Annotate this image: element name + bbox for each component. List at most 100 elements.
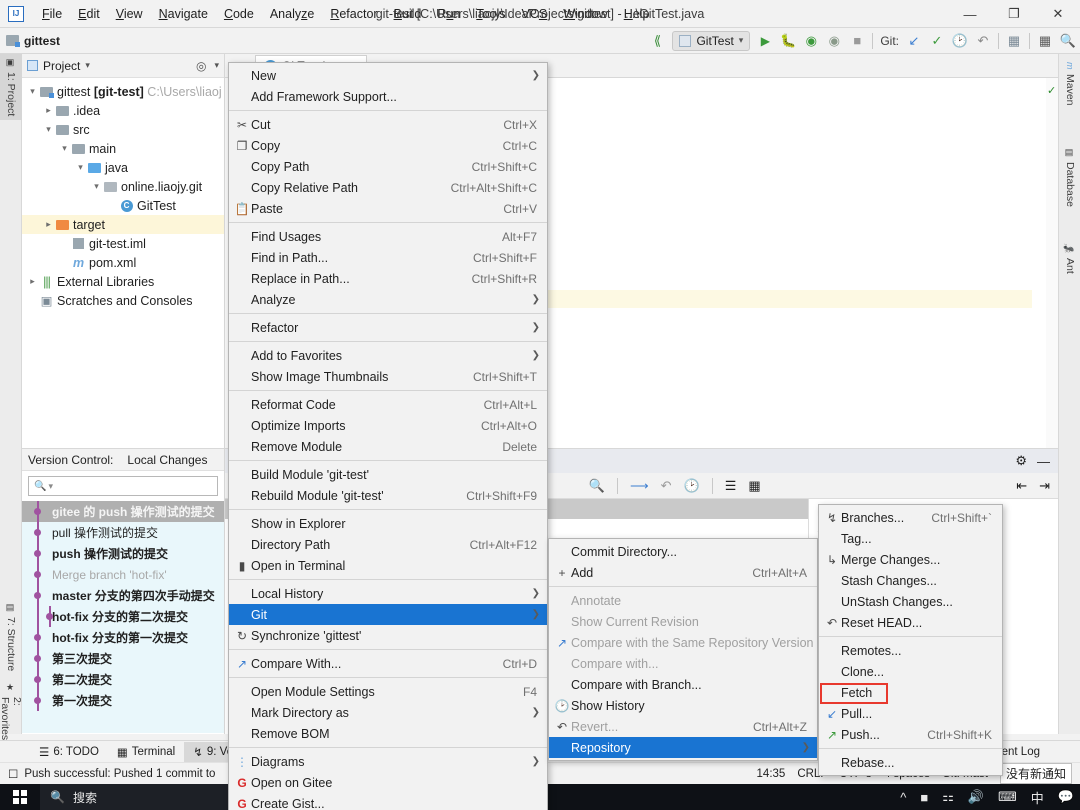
menu-item-reformat-code[interactable]: Reformat Code Ctrl+Alt+L bbox=[229, 394, 547, 415]
commit-row[interactable]: hot-fix 分支的第二次提交 bbox=[22, 606, 224, 627]
stop-icon[interactable]: ■ bbox=[849, 33, 865, 49]
sidebar-item-database[interactable]: ▤ Database bbox=[1059, 144, 1080, 211]
menu-item-paste[interactable]: 📋 Paste Ctrl+V bbox=[229, 198, 547, 219]
tree-node-src[interactable]: ▾ src bbox=[22, 120, 224, 139]
menu-item-diagrams[interactable]: ⋮ Diagrams ❯ bbox=[229, 751, 547, 772]
profile-icon[interactable]: ◉ bbox=[826, 33, 842, 49]
tab-local-changes[interactable]: Local Changes bbox=[127, 453, 207, 467]
commit-list[interactable]: gitee 的 push 操作测试的提交 pull 操作测试的提交 push 操作测… bbox=[22, 501, 224, 733]
tree-node-main[interactable]: ▾ main bbox=[22, 139, 224, 158]
tree-node-online-liaojy-git[interactable]: ▾ online.liaojy.git bbox=[22, 177, 224, 196]
tree-expand-arrow[interactable]: ▸ bbox=[42, 105, 55, 116]
menu-item-analyze[interactable]: Analyze ❯ bbox=[229, 289, 547, 310]
commit-row[interactable]: pull 操作测试的提交 bbox=[22, 522, 224, 543]
editor-scrollbar[interactable] bbox=[1046, 78, 1058, 448]
menu-navigate[interactable]: Navigate bbox=[151, 3, 216, 25]
run-with-coverage-icon[interactable]: ◉ bbox=[803, 33, 819, 49]
repository-submenu[interactable]: ↯ Branches... Ctrl+Shift+` Tag... ↳ Merge Cha… bbox=[818, 504, 1003, 776]
build-icon[interactable]: ⟪ bbox=[649, 33, 665, 49]
gear-icon[interactable]: ⚙ bbox=[1015, 453, 1027, 469]
menu-item-fetch[interactable]: Fetch bbox=[819, 682, 1002, 703]
menu-item-open-on-gitee[interactable]: G Open on Gitee bbox=[229, 772, 547, 793]
commit-row[interactable]: gitee 的 push 操作测试的提交 bbox=[22, 501, 224, 522]
menu-item-copy-relative-path[interactable]: Copy Relative Path Ctrl+Alt+Shift+C bbox=[229, 177, 547, 198]
menu-item-compare-with-branch[interactable]: Compare with Branch... bbox=[549, 674, 817, 695]
menu-item-build-module-git-test[interactable]: Build Module 'git-test' bbox=[229, 464, 547, 485]
menu-item-add-to-favorites[interactable]: Add to Favorites ❯ bbox=[229, 345, 547, 366]
tree-node-java[interactable]: ▾ java bbox=[22, 158, 224, 177]
ime-indicator[interactable]: 中 bbox=[1031, 788, 1044, 807]
locate-icon[interactable]: ◎ bbox=[196, 59, 206, 73]
commit-row[interactable]: push 操作测试的提交 bbox=[22, 543, 224, 564]
menu-item-commit-directory[interactable]: Commit Directory... bbox=[549, 541, 817, 562]
tree-expand-arrow[interactable]: ▾ bbox=[26, 86, 39, 97]
menu-item-show-in-explorer[interactable]: Show in Explorer bbox=[229, 513, 547, 534]
inspection-status-icon[interactable]: ✓ bbox=[1047, 84, 1057, 97]
expand-all-icon[interactable]: ⇤ bbox=[1016, 478, 1027, 494]
menu-item-optimize-imports[interactable]: Optimize Imports Ctrl+Alt+O bbox=[229, 415, 547, 436]
history-icon[interactable]: 🕑 bbox=[952, 33, 968, 49]
menu-code[interactable]: Code bbox=[216, 3, 262, 25]
minimize-button[interactable]: — bbox=[948, 0, 992, 28]
volume-icon[interactable]: 🔊 bbox=[968, 789, 984, 805]
menu-item-open-in-terminal[interactable]: ▮ Open in Terminal bbox=[229, 555, 547, 576]
maximize-button[interactable]: ❐ bbox=[992, 0, 1036, 28]
menu-item-find-in-path[interactable]: Find in Path... Ctrl+Shift+F bbox=[229, 247, 547, 268]
menu-help[interactable]: Help bbox=[616, 3, 658, 25]
tree-node-gittest[interactable]: ▾ gittest [git-test] C:\Users\liaoj bbox=[22, 82, 224, 101]
tree-expand-arrow[interactable]: ▸ bbox=[26, 276, 39, 287]
menu-item-push[interactable]: ↗ Push... Ctrl+Shift+K bbox=[819, 724, 1002, 745]
taskbar-search[interactable]: 🔍 搜索 bbox=[40, 784, 230, 810]
tree-expand-arrow[interactable]: ▾ bbox=[42, 124, 55, 135]
menu-item-mark-directory-as[interactable]: Mark Directory as ❯ bbox=[229, 702, 547, 723]
keyboard-icon[interactable]: ⌨ bbox=[998, 789, 1017, 805]
menu-item-reset-head[interactable]: ↶ Reset HEAD... bbox=[819, 612, 1002, 633]
menu-item-refactor[interactable]: Refactor ❯ bbox=[229, 317, 547, 338]
menu-item-replace-in-path[interactable]: Replace in Path... Ctrl+Shift+R bbox=[229, 268, 547, 289]
menu-item-unstash-changes[interactable]: UnStash Changes... bbox=[819, 591, 1002, 612]
menu-item-directory-path[interactable]: Directory Path Ctrl+Alt+F12 bbox=[229, 534, 547, 555]
menu-item-copy-path[interactable]: Copy Path Ctrl+Shift+C bbox=[229, 156, 547, 177]
menu-refactor[interactable]: Refactor bbox=[322, 3, 385, 25]
menu-item-repository[interactable]: Repository ❯ bbox=[549, 737, 817, 758]
menu-tools[interactable]: Tools bbox=[468, 3, 513, 25]
project-tree[interactable]: ▾ gittest [git-test] C:\Users\liaoj ▸ .idea… bbox=[22, 78, 224, 310]
menu-item-copy[interactable]: ❐ Copy Ctrl+C bbox=[229, 135, 547, 156]
menu-item-compare-with[interactable]: ↗ Compare With... Ctrl+D bbox=[229, 653, 547, 674]
tree-node-gittest[interactable]: C GitTest bbox=[22, 196, 224, 215]
commit-icon[interactable]: ✓ bbox=[929, 33, 945, 49]
revert-icon[interactable]: ↶ bbox=[661, 478, 672, 494]
start-button[interactable] bbox=[0, 784, 40, 810]
tree-node-pom-xml[interactable]: m pom.xml bbox=[22, 253, 224, 272]
menu-build[interactable]: Build bbox=[386, 3, 430, 25]
diff-icon[interactable]: ⟶ bbox=[630, 478, 649, 494]
tab-todo[interactable]: ☰ 6: TODO bbox=[30, 742, 108, 762]
menu-item-rebase[interactable]: Rebase... bbox=[819, 752, 1002, 773]
tree-expand-arrow[interactable]: ▾ bbox=[58, 143, 71, 154]
sidebar-item-structure[interactable]: ▤ 7: Structure bbox=[0, 599, 22, 675]
menu-item-show-image-thumbnails[interactable]: Show Image Thumbnails Ctrl+Shift+T bbox=[229, 366, 547, 387]
search-everywhere-icon[interactable]: 🔍 bbox=[1060, 33, 1076, 49]
tree-node-external-libraries[interactable]: ▸ ||| External Libraries bbox=[22, 272, 224, 291]
tree-node-git-test-iml[interactable]: git-test.iml bbox=[22, 234, 224, 253]
menu-item-merge-changes[interactable]: ↳ Merge Changes... bbox=[819, 549, 1002, 570]
menu-item-tag[interactable]: Tag... bbox=[819, 528, 1002, 549]
menu-item-remove-bom[interactable]: Remove BOM bbox=[229, 723, 547, 744]
commit-row[interactable]: master 分支的第四次手动提交 bbox=[22, 585, 224, 606]
tree-node-scratches-and-consoles[interactable]: ▣ Scratches and Consoles bbox=[22, 291, 224, 310]
tree-node-target[interactable]: ▸ target bbox=[22, 215, 224, 234]
commit-row[interactable]: 第三次提交 bbox=[22, 648, 224, 669]
tree-node--idea[interactable]: ▸ .idea bbox=[22, 101, 224, 120]
menu-vcs[interactable]: VCS bbox=[514, 3, 556, 25]
update-project-icon[interactable]: ↙ bbox=[906, 33, 922, 49]
view-options-icon[interactable]: ▦ bbox=[748, 478, 760, 494]
menu-item-cut[interactable]: ✂ Cut Ctrl+X bbox=[229, 114, 547, 135]
tree-expand-arrow[interactable]: ▾ bbox=[90, 181, 103, 192]
git-submenu[interactable]: Commit Directory... + Add Ctrl+Alt+A Annotat… bbox=[548, 538, 818, 761]
tray-expand-icon[interactable]: ^ bbox=[900, 790, 906, 805]
menu-item-rebuild-module-git-test[interactable]: Rebuild Module 'git-test' Ctrl+Shift+F9 bbox=[229, 485, 547, 506]
menu-item-add-framework-support[interactable]: Add Framework Support... bbox=[229, 86, 547, 107]
sidebar-item-ant[interactable]: 🐜 Ant bbox=[1059, 239, 1080, 278]
menu-item-git[interactable]: Git ❯ bbox=[229, 604, 547, 625]
network-icon[interactable]: ⚏ bbox=[942, 789, 954, 805]
